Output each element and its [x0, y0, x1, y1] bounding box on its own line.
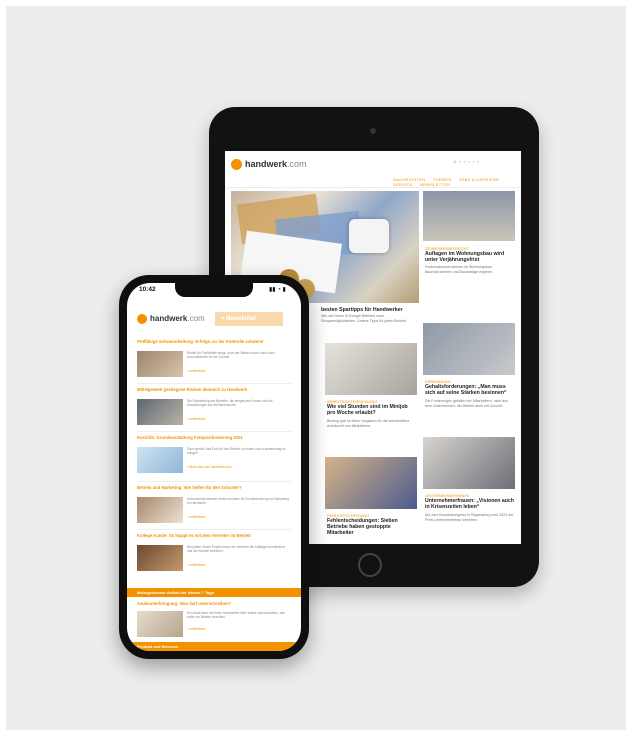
logo-icon — [231, 159, 242, 170]
article-image[interactable] — [325, 343, 417, 395]
divider — [137, 529, 291, 530]
phone-notch — [175, 283, 253, 297]
item-text: Bei jedem neuen Projekt muss der Vertret… — [187, 545, 286, 553]
item-text: Dazu gehört, das Foto für den Betrieb zu… — [187, 447, 286, 455]
read-more-link[interactable]: » weiterlesen — [187, 417, 206, 421]
divider — [137, 383, 291, 384]
read-more-link[interactable]: » weiterlesen — [187, 563, 206, 567]
logo-icon — [137, 314, 147, 324]
tablet-camera — [370, 128, 376, 134]
site-logo[interactable]: handwerk.com — [150, 314, 205, 323]
section-band: Meistgelesener Artikel der letzten 7 Tag… — [127, 588, 301, 597]
read-more-link[interactable]: » weiterlesen — [187, 627, 206, 631]
article-image[interactable] — [423, 323, 515, 375]
phone-screen: 10:42 ▮▮ ◔ ▮ handwerk.com » Newsletter P… — [127, 283, 301, 651]
newsletter-item-title[interactable]: Betrieb und Marketing: Wie helfen für de… — [137, 485, 291, 490]
newsletter-item-title[interactable]: Prüffähige Schwerarbeitung: Erfolge, an … — [137, 339, 291, 344]
newsletter-item-title[interactable]: Kurzinfo: Grundausstattung Fotopositioni… — [137, 435, 291, 440]
nav-item[interactable]: NEWSLETTER — [420, 182, 450, 187]
nav-item[interactable]: JOBS & KARRIERE — [459, 177, 499, 182]
read-more-link[interactable]: » weiterlesen — [187, 515, 206, 519]
section-band: Produkt und Services — [127, 642, 301, 651]
article-title[interactable]: Auflagen im Wohnungsbau wird unter Verjä… — [425, 251, 515, 263]
article-text: Auf dem Bundeskongress in Regensburg wir… — [425, 513, 514, 522]
article-title[interactable]: Gehaltsforderungen: „Man muss sich auf s… — [425, 384, 515, 396]
item-thumbnail[interactable] — [137, 399, 183, 425]
phone-device: 10:42 ▮▮ ◔ ▮ handwerk.com » Newsletter P… — [119, 275, 309, 659]
nav-item[interactable]: SERVICE — [393, 182, 413, 187]
search-icon[interactable]: ⌕ ◦ ◦ ◦ ◦ ◦ — [453, 159, 479, 167]
status-icons: ▮▮ ◔ ▮ — [269, 287, 286, 293]
article-text: Bislang gab es keine Vorgaben für die wö… — [327, 419, 410, 428]
article-text: Fristversäumnis können im Wohnungsbau Ba… — [425, 265, 494, 274]
item-thumbnail[interactable] — [137, 447, 183, 473]
article-title[interactable]: Wie viel Stunden sind im Minijob pro Woc… — [327, 404, 417, 416]
article-title[interactable]: Unternehmerfrauen: „Visionen auch in Kri… — [425, 498, 515, 510]
tablet-header: handwerk.com ⌕ ◦ ◦ ◦ ◦ ◦ NACHRICHTEN THE… — [225, 151, 521, 188]
article-text: Die Forderungen gefallen nur Mitarbeiter… — [425, 399, 509, 408]
item-text: Die Entwicklung der Betriebe, die steige… — [187, 399, 273, 407]
divider — [137, 481, 291, 482]
item-text: Ein Azubi kann ab einem bestimmten Alter… — [187, 611, 285, 619]
article-image[interactable] — [325, 457, 417, 509]
article-image[interactable] — [423, 437, 515, 489]
read-more-link[interactable]: » weiterlesen — [187, 369, 206, 373]
main-nav: NACHRICHTEN THEMEN JOBS & KARRIERE SERVI… — [387, 177, 521, 187]
status-time: 10:42 — [139, 286, 156, 293]
home-button[interactable] — [358, 553, 382, 577]
item-thumbnail[interactable] — [137, 611, 183, 637]
newsletter-item-title[interactable]: Kollege Kunde: So klappt es mit dem Vert… — [137, 533, 291, 538]
read-more-link[interactable]: » Mehr dazu auf handwerk.com — [187, 465, 232, 469]
newsletter-item-title[interactable]: Azubiunterbringung: Was darf unterschrei… — [137, 601, 291, 606]
article-image[interactable] — [423, 191, 515, 241]
divider — [137, 431, 291, 432]
item-thumbnail[interactable] — [137, 545, 183, 571]
item-thumbnail[interactable] — [137, 351, 183, 377]
item-text: Bedarf für Fachkräfte steigt, doch der B… — [187, 351, 275, 359]
newsletter-button[interactable]: » Newsletter — [215, 312, 283, 326]
item-text: Unternehmensberater finden Ansätze für K… — [187, 497, 289, 505]
site-logo[interactable]: handwerk.com — [245, 159, 307, 169]
hero-text: Wie viel Strom & Energie Betriebe nach E… — [321, 314, 407, 323]
hero-title[interactable]: besten Spartipps für Handwerker — [321, 307, 419, 313]
newsletter-item-title[interactable]: Mittelgewerk gestiegene Risiken dennoch … — [137, 387, 291, 392]
item-thumbnail[interactable] — [137, 497, 183, 523]
article-title[interactable]: Fehlentscheidungen: Sieben Betriebe habe… — [327, 518, 417, 536]
